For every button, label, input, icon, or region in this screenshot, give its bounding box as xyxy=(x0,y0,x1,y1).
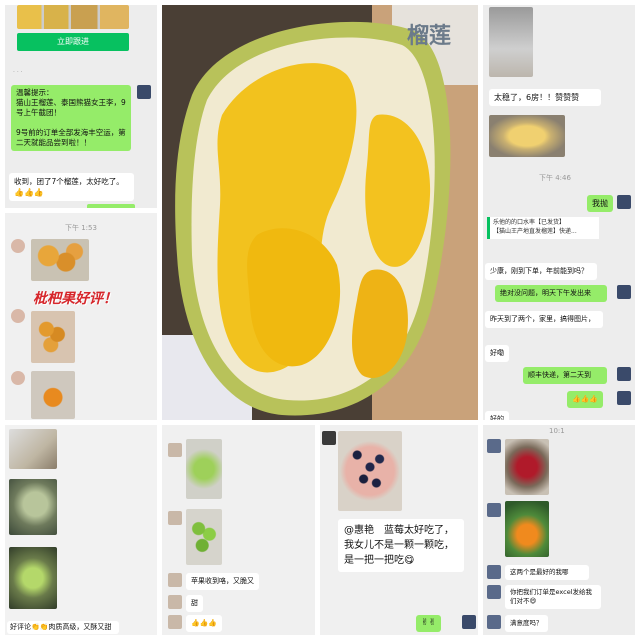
chat-message: 满意度吗？ xyxy=(505,615,548,632)
loquat-photo xyxy=(31,239,89,281)
avatar xyxy=(137,85,151,99)
fruit-hand-photo xyxy=(9,547,57,609)
pomegranate-photo xyxy=(505,439,549,495)
collage: 立即跟进 · · · 温馨提示： 猫山王榴莲、泰国熊猫女王李，9号上午截团！ 9… xyxy=(0,0,640,640)
follow-up-button[interactable]: 立即跟进 xyxy=(17,33,129,51)
chat-panel-left-middle: 下午 1:53 枇杷果好评！ xyxy=(5,213,157,420)
order-card-subtitle: 【猫山王产地直发榴莲】快递... xyxy=(493,228,577,235)
chat-panel-bottom-center: @惠艳 蓝莓太好吃了，我女儿不是一颗一颗吃，是一把一把吃😋 ✌✌ xyxy=(320,425,478,635)
chat-panel-bottom-mid-left: 苹果收到咯，又脆又 甜 👍👍👍 xyxy=(162,425,315,635)
blueberry-photo xyxy=(338,431,402,511)
orange-photo xyxy=(505,501,549,557)
thumbs-up-icon: 👍👍👍 xyxy=(567,391,604,408)
avatar xyxy=(11,371,25,385)
avatar xyxy=(11,239,25,253)
avatar xyxy=(487,565,501,579)
order-card[interactable]: 乐他的的口水率【已发货】 【猫山王产地直发榴莲】快递... xyxy=(487,217,599,239)
outgoing-message: 绝对没问题，明天下午发出来 xyxy=(495,285,607,302)
avatar xyxy=(487,439,501,453)
durian-thumbnail-strip xyxy=(17,5,129,29)
customer-message: 收到，团了7个榴莲，太好吃了。 👍👍👍 xyxy=(9,173,134,201)
avatar xyxy=(462,615,476,629)
notice-message: 温馨提示： 猫山王榴莲、泰国熊猫女王李，9号上午截团！ 9号前的订单全部发海丰空… xyxy=(11,85,131,151)
avatar xyxy=(168,511,182,525)
chat-panel-bottom-left: 好评论👏👏肉质高级，又酥又甜 xyxy=(5,425,157,635)
avatar xyxy=(168,573,182,587)
durian-illustration: 榴莲 xyxy=(162,5,478,420)
timestamp: 10:1 xyxy=(549,427,565,435)
chat-message: 你把我们订单是excel发给我们对不😄 xyxy=(505,585,601,609)
chat-message: 好的 xyxy=(485,411,509,420)
durian-banner-text: 榴莲 xyxy=(407,24,451,49)
timestamp: · · · xyxy=(13,69,23,76)
avatar xyxy=(168,615,182,629)
customer-message-text: 收到，团了7个榴莲，太好吃了。 xyxy=(14,177,124,186)
chat-message: 这两个是最好的我哪 xyxy=(505,565,589,580)
chat-message: 甜 xyxy=(186,595,203,612)
avatar xyxy=(487,615,501,629)
apple-photo xyxy=(186,439,222,499)
avatar xyxy=(11,309,25,323)
loquat-peeled-photo xyxy=(31,371,75,419)
chat-panel-bottom-right: 10:1 这两个是最好的我哪 你把我们订单是excel发给我们对不😄 满意度吗？ xyxy=(483,425,635,635)
thumbs-up-icon: 👍👍👍 xyxy=(186,615,223,632)
apple-bowl-photo xyxy=(186,509,222,565)
fruit-package-photo xyxy=(9,479,57,535)
order-card-title: 乐他的的口水率【已发货】 xyxy=(493,219,566,226)
chat-message: 昨天到了两个，家里，搞得图片， xyxy=(485,311,603,328)
blueberry-review-message: @惠艳 蓝莓太好吃了，我女儿不是一颗一颗吃，是一把一把吃😋 xyxy=(338,519,464,572)
shipment-photo xyxy=(489,7,533,77)
avatar xyxy=(617,367,631,381)
chat-message: 好嘞 xyxy=(485,345,509,362)
avatar xyxy=(617,195,631,209)
avatar xyxy=(617,391,631,405)
victory-hand-icon: ✌✌ xyxy=(416,615,442,632)
review-message: 好评论👏👏肉质高级，又酥又甜 xyxy=(7,621,119,634)
fruit-box-photo xyxy=(9,429,57,469)
chat-message: 苹果收到咯，又脆又 xyxy=(186,573,259,590)
durian-main-photo: 榴莲 xyxy=(162,5,478,420)
outgoing-bubble xyxy=(87,204,135,208)
avatar xyxy=(487,585,501,599)
avatar xyxy=(617,285,631,299)
thumbs-up-icon: 👍👍👍 xyxy=(14,188,44,197)
avatar xyxy=(487,503,501,517)
outgoing-message[interactable]: 我抛 xyxy=(587,195,613,212)
loquat-hand-photo xyxy=(31,311,75,363)
review-sticker: 枇杷果好评！ xyxy=(33,291,117,307)
chat-panel-top-left: 立即跟进 · · · 温馨提示： 猫山王榴莲、泰国熊猫女王李，9号上午截团！ 9… xyxy=(5,5,157,208)
chat-message: 少康，刚到下单，年前能到吗？ xyxy=(485,263,597,280)
avatar xyxy=(322,431,336,445)
timestamp: 下午 1:53 xyxy=(65,224,97,232)
chat-panel-top-right: 太稳了，6房！！赞赞赞 下午 4:46 我抛 乐他的的口水率【已发货】 【猫山王… xyxy=(483,5,635,420)
outgoing-message: 顺丰快递，第二天到 xyxy=(523,367,607,384)
avatar xyxy=(168,595,182,609)
avatar xyxy=(168,443,182,457)
chat-message: 太稳了，6房！！赞赞赞 xyxy=(489,89,601,106)
durian-peeled-photo xyxy=(489,115,565,157)
timestamp: 下午 4:46 xyxy=(539,174,571,182)
